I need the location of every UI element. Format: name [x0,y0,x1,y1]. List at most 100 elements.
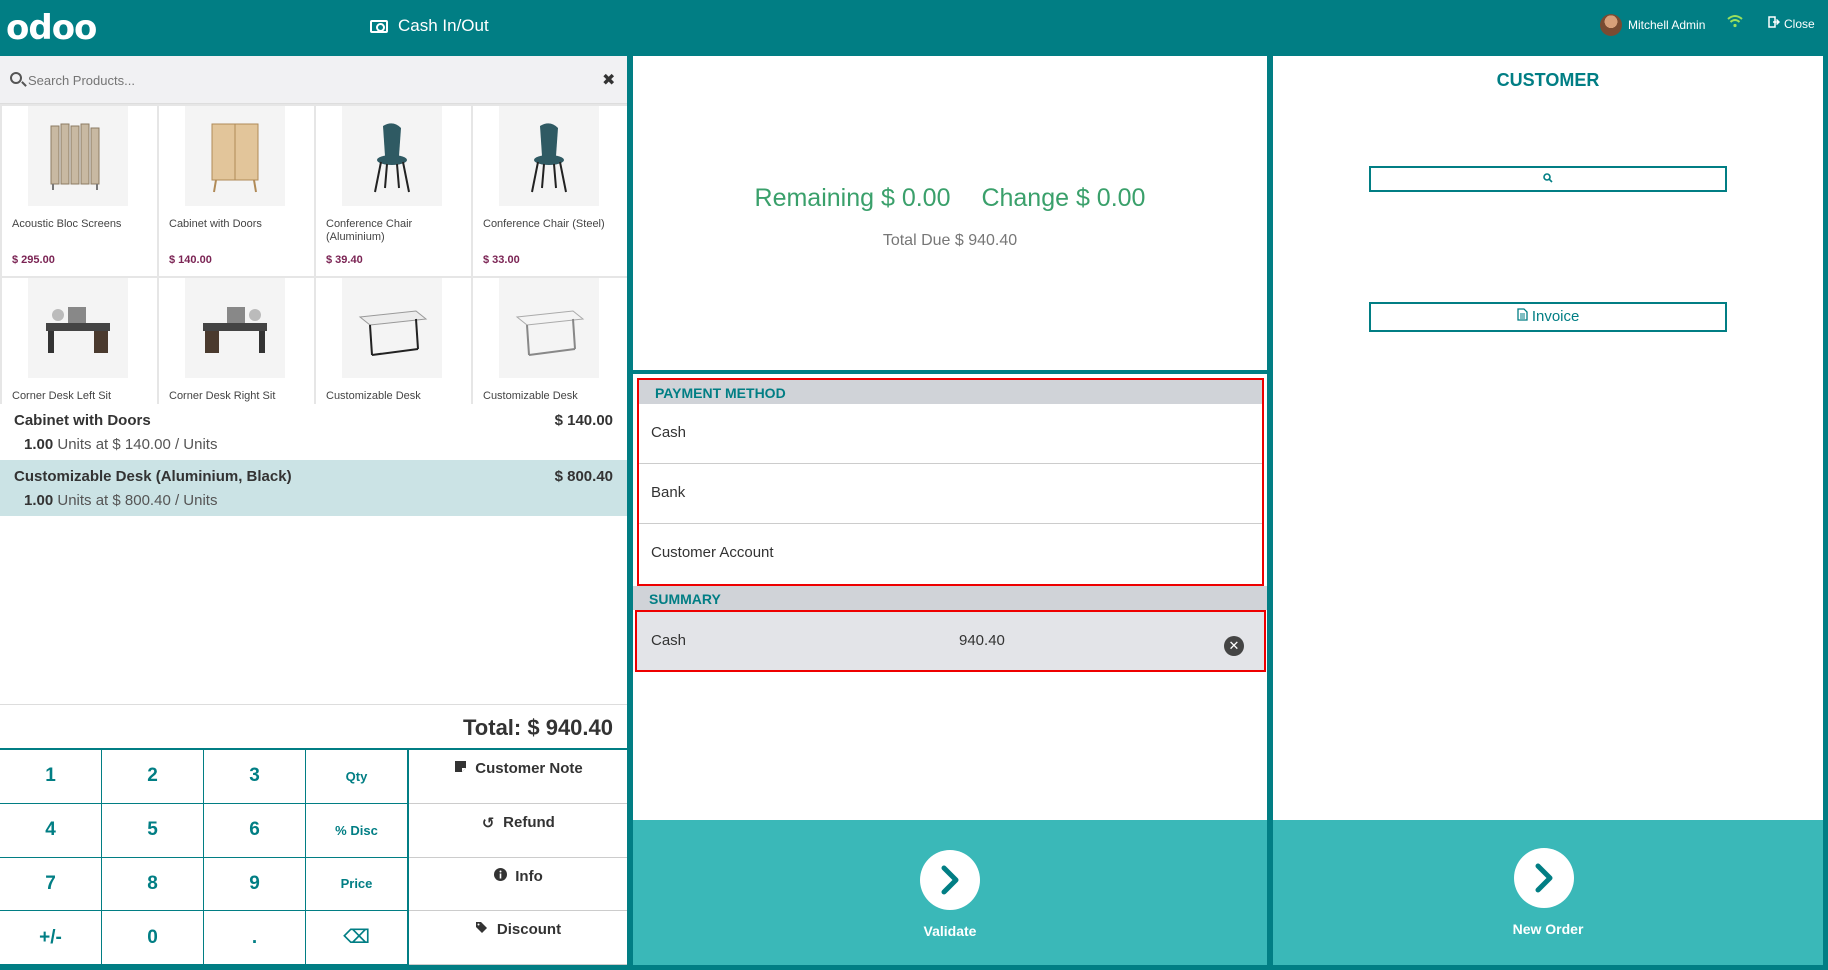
order-line[interactable]: Cabinet with Doors $ 140.00 1.00 Units a… [0,404,627,460]
left-panel: ✖ Acoustic Bloc Screens $ 295.00 Cabinet… [0,56,627,965]
payment-line[interactable]: Cash 940.40 ✕ [635,610,1266,672]
product-card[interactable]: Customizable Desk [473,278,627,404]
numpad-key-3[interactable]: 3 [204,750,306,804]
avatar [1600,14,1622,36]
discount-mode-button[interactable]: % Disc [306,803,408,858]
product-name: Cabinet with Doors [169,218,262,230]
cash-in-out-button[interactable]: Cash In/Out [370,16,489,36]
discount-button[interactable]: Discount [409,911,627,965]
product-price: $ 140.00 [169,254,212,266]
cabinet-icon [185,106,285,206]
product-name: Conference Chair (Steel) [483,218,605,230]
sign-toggle-button[interactable]: +/- [0,911,102,965]
total-due: Total Due $ 940.40 [882,232,1018,249]
info-icon [493,867,507,885]
product-name: Acoustic Bloc Screens [12,218,122,230]
payment-method-customer-account[interactable]: Customer Account [639,524,1262,584]
price-mode-button[interactable]: Price [306,857,408,912]
refund-button[interactable]: ↺ Refund [409,803,627,858]
product-card[interactable]: Acoustic Bloc Screens $ 295.00 [2,106,157,276]
search-input[interactable] [28,68,588,92]
remaining-change: Remaining $ 0.00 Change $ 0.00 [633,184,1267,213]
note-icon [453,760,467,777]
sign-out-icon [1768,16,1781,31]
numpad-key-9[interactable]: 9 [204,857,306,912]
invoice-button[interactable]: Invoice [1369,302,1727,332]
chevron-right-icon [920,850,980,910]
table-icon [499,278,599,378]
order-line-unit: Units at $ 800.40 / Units [57,492,218,509]
chevron-right-icon [1514,848,1574,908]
product-price: $ 33.00 [483,254,520,266]
new-order-button[interactable]: New Order [1273,820,1823,965]
numpad-key-1[interactable]: 1 [0,750,102,804]
product-name: Customizable Desk [326,390,421,402]
order-line-unit: Units at $ 140.00 / Units [57,436,218,453]
user-name: Mitchell Admin [1628,18,1706,32]
cash-in-out-label: Cash In/Out [398,16,489,35]
user-menu[interactable]: Mitchell Admin [1600,14,1705,36]
payment-panel: Remaining $ 0.00 Change $ 0.00 Total Due… [633,56,1267,965]
decimal-button[interactable]: . [204,911,306,965]
payment-method-cash[interactable]: Cash [639,404,1262,464]
validate-label: Validate [923,923,977,939]
topbar: odoo Cash In/Out Mitchell Admin Close [0,0,1828,54]
payment-method-header: PAYMENT METHOD [639,380,1262,404]
search-icon [10,72,22,84]
product-card[interactable]: Corner Desk Right Sit [159,278,314,404]
close-button[interactable]: Close [1768,16,1815,31]
backspace-icon[interactable]: ⌫ [306,911,408,965]
customer-search-button[interactable] [1369,166,1727,192]
order-line-name: Customizable Desk (Aluminium, Black) [14,468,292,485]
numpad-key-6[interactable]: 6 [204,803,306,858]
chair-icon [342,106,442,206]
payment-method-bank[interactable]: Bank [639,464,1262,524]
table-icon [342,278,442,378]
numpad-key-4[interactable]: 4 [0,803,102,858]
numpad: 1 2 3 Qty 4 5 6 % Disc 7 8 9 Price +/- 0… [0,750,408,965]
numpad-key-7[interactable]: 7 [0,857,102,912]
numpad-key-5[interactable]: 5 [102,803,204,858]
money-icon [370,19,388,33]
info-label: Info [515,867,543,885]
desk-icon [28,278,128,378]
payment-methods-list: PAYMENT METHOD Cash Bank Customer Accoun… [637,378,1264,586]
order-line-price: $ 140.00 [554,412,613,429]
order-line-detail: 1.00 Units at $ 140.00 / Units [24,436,217,453]
product-card[interactable]: Conference Chair (Steel) $ 33.00 [473,106,627,276]
control-pad: 1 2 3 Qty 4 5 6 % Disc 7 8 9 Price +/- 0… [0,748,627,965]
order-line-name: Cabinet with Doors [14,412,151,429]
clear-search-icon[interactable]: ✖ [602,70,615,90]
payment-line-amount: 940.40 [959,632,1005,649]
product-card[interactable]: Corner Desk Left Sit [2,278,157,404]
product-price: $ 295.00 [12,254,55,266]
chair-icon [499,106,599,206]
remaining-amount: Remaining $ 0.00 [754,184,951,212]
order-line-price: $ 800.40 [554,468,613,485]
customer-note-label: Customer Note [475,760,583,777]
order-line-qty: 1.00 [24,436,54,453]
numpad-key-0[interactable]: 0 [102,911,204,965]
product-card[interactable]: Cabinet with Doors $ 140.00 [159,106,314,276]
customer-panel: CUSTOMER Invoice New Order [1273,56,1823,965]
info-button[interactable]: Info [409,857,627,912]
order-line-detail: 1.00 Units at $ 800.40 / Units [24,492,217,509]
validate-button[interactable]: Validate [633,820,1267,965]
order-line-selected[interactable]: Customizable Desk (Aluminium, Black) $ 8… [0,460,627,516]
file-icon [1516,308,1532,325]
product-card[interactable]: Conference Chair (Aluminium) $ 39.40 [316,106,471,276]
discount-label: Discount [496,921,562,939]
qty-mode-button[interactable]: Qty [306,750,408,804]
customer-note-button[interactable]: Customer Note [409,750,627,804]
numpad-key-2[interactable]: 2 [102,750,204,804]
search-icon [1543,172,1553,186]
payment-line-method: Cash [651,632,687,649]
delete-payment-icon[interactable]: ✕ [1224,636,1244,656]
refund-label: Refund [503,813,555,831]
product-card[interactable]: Customizable Desk [316,278,471,404]
new-order-label: New Order [1512,921,1584,937]
invoice-label: Invoice [1531,308,1580,325]
wifi-icon [1727,14,1743,33]
numpad-key-8[interactable]: 8 [102,857,204,912]
close-label: Close [1784,16,1815,31]
